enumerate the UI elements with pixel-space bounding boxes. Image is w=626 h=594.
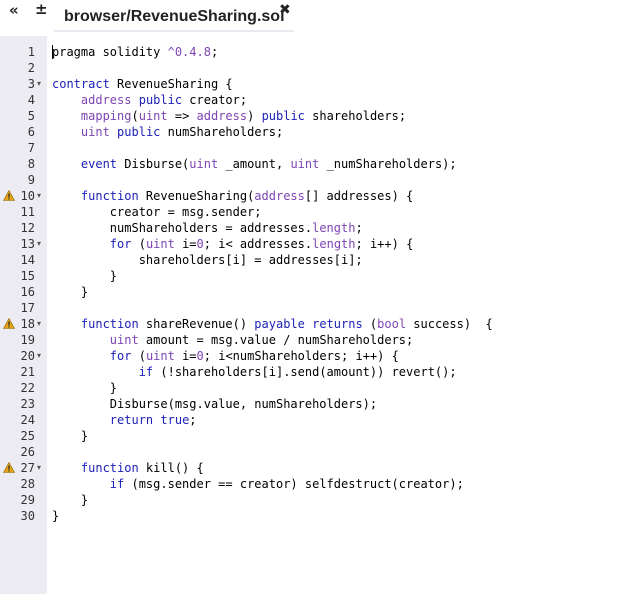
line-number: 9	[27, 173, 35, 187]
line-number: 6	[27, 125, 35, 139]
line-number: 1	[27, 45, 35, 59]
code-line[interactable]: 29 }	[0, 492, 626, 508]
line-number: 2	[27, 61, 35, 75]
code-line[interactable]: 8 event Disburse(uint _amount, uint _num…	[0, 156, 626, 172]
scroll-tabs-right-button[interactable]: ±	[35, 1, 48, 17]
code-text: for (uint i=0; i<numShareholders; i++) {	[109, 349, 399, 363]
code-text: shareholders[i] = addresses[i];	[52, 253, 363, 267]
fold-toggle-icon[interactable]: ▾	[37, 76, 41, 92]
code-line[interactable]: 18 ▾ function shareRevenue() payable retu…	[0, 316, 626, 332]
text-cursor	[52, 45, 53, 59]
code-line[interactable]: 23 Disburse(msg.value, numShareholders);	[0, 396, 626, 412]
code-text: function RevenueSharing(address[] addres…	[80, 189, 414, 203]
code-line[interactable]: 14 shareholders[i] = addresses[i];	[0, 252, 626, 268]
line-number: 11	[20, 205, 35, 219]
code-text: mapping(uint => address) public sharehol…	[80, 109, 407, 123]
line-number: 7	[27, 141, 35, 155]
scroll-tabs-left-button[interactable]: «	[9, 2, 19, 18]
tab-title: browser/RevenueSharing.sol	[64, 8, 285, 25]
code-text: function kill() {	[80, 461, 204, 475]
code-line[interactable]: 5 mapping(uint => address) public shareh…	[0, 108, 626, 124]
line-number: 29	[20, 493, 35, 507]
code-editor[interactable]: 1 pragma solidity ^0.4.8; 2 3 ▾ contract Reve…	[0, 36, 626, 594]
code-line[interactable]: 2	[0, 60, 626, 76]
line-number: 15	[20, 269, 35, 283]
fold-toggle-icon[interactable]: ▾	[37, 316, 41, 332]
code-line[interactable]: 20 ▾ for (uint i=0; i<numShareholders; i+…	[0, 348, 626, 364]
line-number: 4	[27, 93, 35, 107]
line-number: 22	[20, 381, 35, 395]
code-line[interactable]: 25 }	[0, 428, 626, 444]
line-number: 10	[20, 189, 35, 203]
code-text: }	[52, 429, 89, 443]
fold-toggle-icon[interactable]: ▾	[37, 188, 41, 204]
close-icon[interactable]: ✖	[279, 2, 291, 18]
code-line[interactable]: 1 pragma solidity ^0.4.8;	[0, 44, 626, 60]
code-line[interactable]: 3 ▾ contract RevenueSharing {	[0, 76, 626, 92]
code-line[interactable]: 16 }	[0, 284, 626, 300]
tab-revenue-sharing[interactable]: browser/RevenueSharing.sol ✖	[54, 0, 294, 32]
code-line[interactable]: 26	[0, 444, 626, 460]
line-number: 5	[27, 109, 35, 123]
code-line[interactable]: 11 creator = msg.sender;	[0, 204, 626, 220]
code-text: if (!shareholders[i].send(amount)) rever…	[138, 365, 457, 379]
line-number: 24	[20, 413, 35, 427]
code-text: }	[52, 509, 60, 523]
code-line[interactable]: 22 }	[0, 380, 626, 396]
line-number: 23	[20, 397, 35, 411]
fold-toggle-icon[interactable]: ▾	[37, 236, 41, 252]
code-text: uint public numShareholders;	[80, 125, 284, 139]
line-number: 21	[20, 365, 35, 379]
fold-toggle-icon[interactable]: ▾	[37, 460, 41, 476]
code-text: return true;	[109, 413, 197, 427]
code-line[interactable]: 15 }	[0, 268, 626, 284]
line-number: 17	[20, 301, 35, 315]
code-text: }	[52, 269, 118, 283]
line-number: 18	[20, 317, 35, 331]
tab-bar: « ± browser/RevenueSharing.sol ✖	[0, 0, 626, 32]
code-line[interactable]: 24 return true;	[0, 412, 626, 428]
fold-toggle-icon[interactable]: ▾	[37, 348, 41, 364]
code-text: if (msg.sender == creator) selfdestruct(…	[109, 477, 464, 491]
code-text: address public creator;	[80, 93, 248, 107]
code-text: creator = msg.sender;	[52, 205, 262, 219]
code-text: pragma solidity ^0.4.8;	[52, 45, 219, 59]
line-number: 27	[20, 461, 35, 475]
line-number: 16	[20, 285, 35, 299]
code-line[interactable]: 12 numShareholders = addresses.length;	[0, 220, 626, 236]
code-line[interactable]: 9	[0, 172, 626, 188]
line-number: 25	[20, 429, 35, 443]
line-number: 8	[27, 157, 35, 171]
code-text: }	[52, 285, 89, 299]
code-line[interactable]: 21 if (!shareholders[i].send(amount)) re…	[0, 364, 626, 380]
line-number: 28	[20, 477, 35, 491]
code-line[interactable]: 6 uint public numShareholders;	[0, 124, 626, 140]
line-number: 19	[20, 333, 35, 347]
code-text: }	[52, 493, 89, 507]
code-line[interactable]: 10 ▾ function RevenueSharing(address[] ad…	[0, 188, 626, 204]
code-text: for (uint i=0; i< addresses.length; i++)…	[109, 237, 414, 251]
code-text: Disburse(msg.value, numShareholders);	[52, 397, 378, 411]
code-text: event Disburse(uint _amount, uint _numSh…	[80, 157, 457, 171]
code-text: function shareRevenue() payable returns …	[80, 317, 493, 331]
code-line[interactable]: 19 uint amount = msg.value / numSharehol…	[0, 332, 626, 348]
code-line[interactable]: 4 address public creator;	[0, 92, 626, 108]
code-line[interactable]: 27 ▾ function kill() {	[0, 460, 626, 476]
line-number: 14	[20, 253, 35, 267]
code-line[interactable]: 17	[0, 300, 626, 316]
line-number: 3	[27, 77, 35, 91]
line-number: 13	[20, 237, 35, 251]
line-number: 20	[20, 349, 35, 363]
line-number: 26	[20, 445, 35, 459]
code-text: contract RevenueSharing {	[52, 77, 233, 91]
code-text: }	[52, 381, 118, 395]
code-line[interactable]: 7	[0, 140, 626, 156]
code-text: numShareholders = addresses.length;	[52, 221, 363, 235]
code-line[interactable]: 28 if (msg.sender == creator) selfdestru…	[0, 476, 626, 492]
code-text: uint amount = msg.value / numShareholder…	[109, 333, 414, 347]
code-line[interactable]: 13 ▾ for (uint i=0; i< addresses.length; …	[0, 236, 626, 252]
code-line[interactable]: 30}	[0, 508, 626, 524]
line-number: 30	[20, 509, 35, 523]
line-number: 12	[20, 221, 35, 235]
